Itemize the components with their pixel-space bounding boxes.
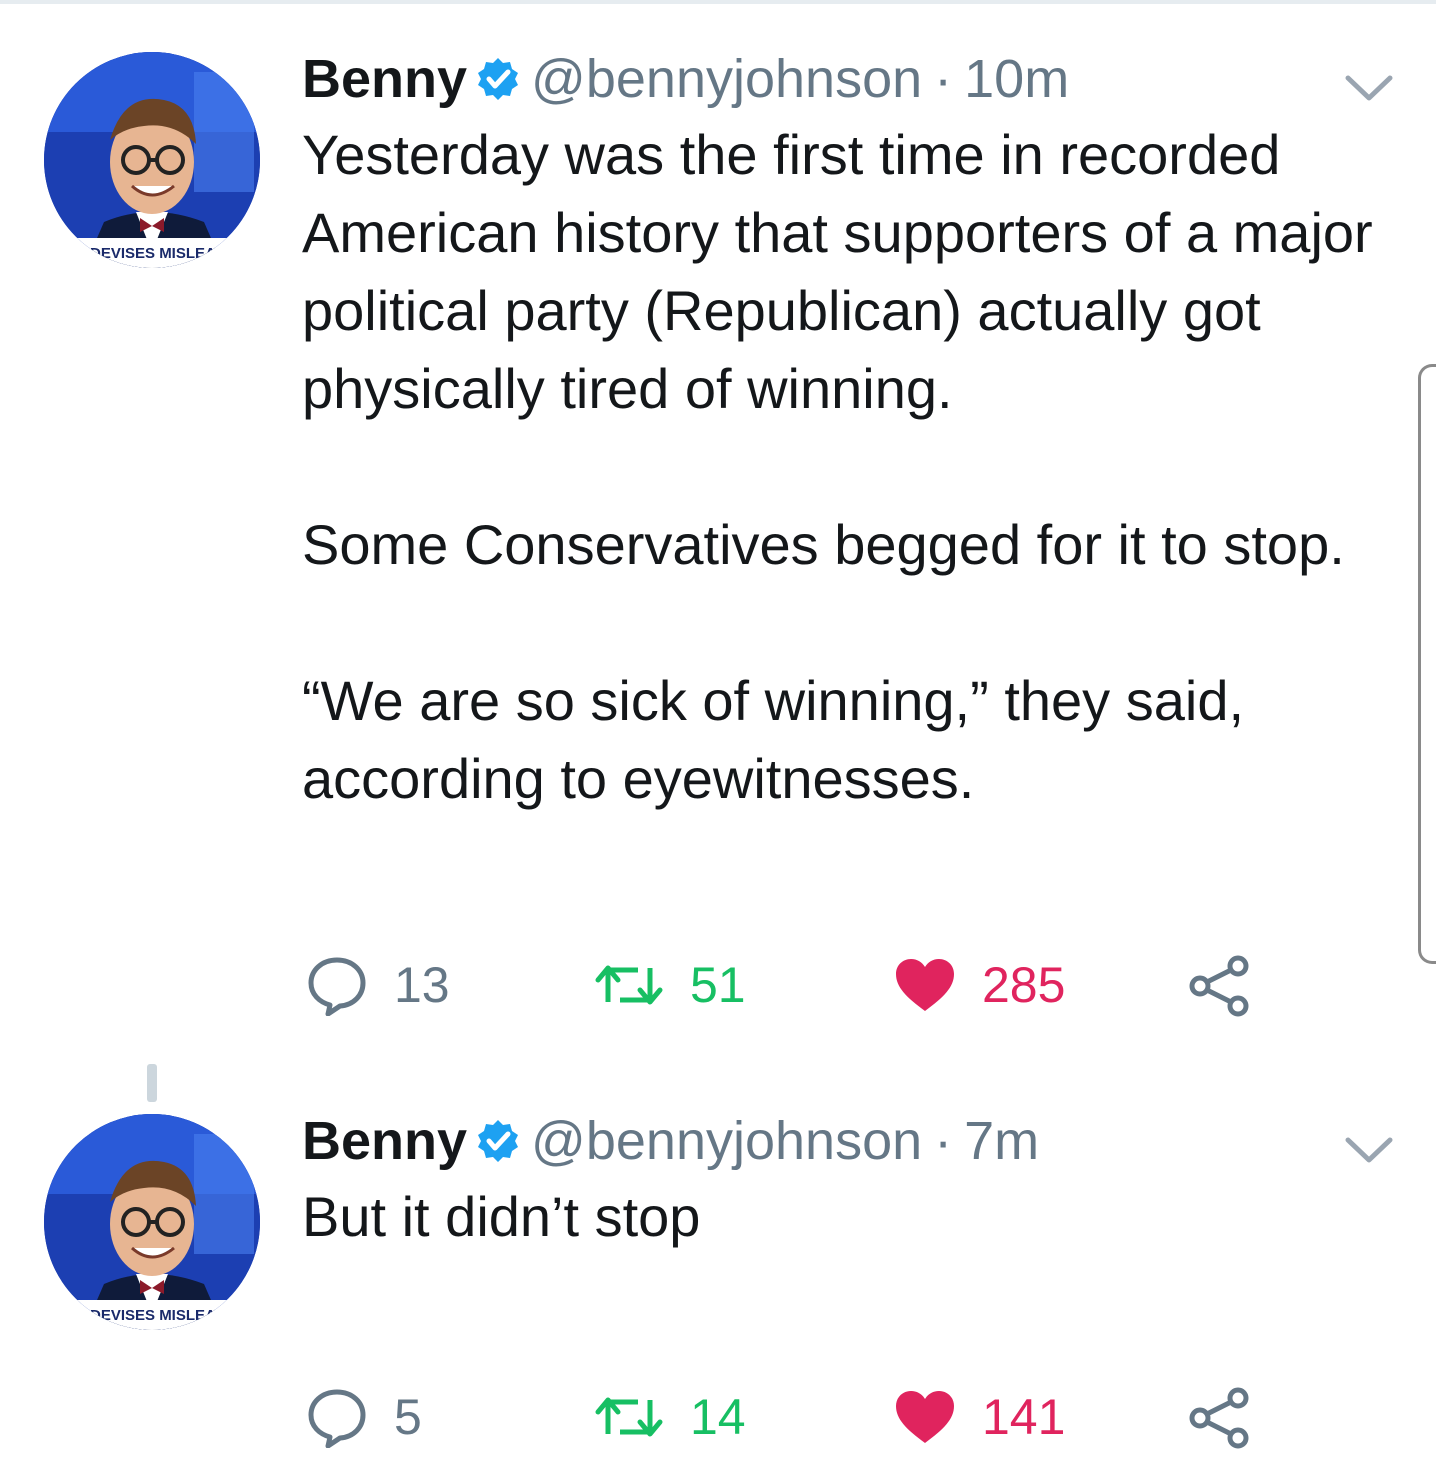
avatar-photo: DEVISES MISLEADING bbox=[44, 52, 260, 268]
author-handle[interactable]: @bennyjohnson bbox=[531, 1106, 922, 1176]
share-nodes-icon[interactable] bbox=[1188, 954, 1252, 1018]
timestamp[interactable]: 10m bbox=[964, 44, 1069, 114]
avatar-caption: DEVISES MISLEADING bbox=[90, 1307, 253, 1324]
retweet-count: 51 bbox=[690, 957, 746, 1013]
chevron-down-icon[interactable] bbox=[1344, 1134, 1394, 1164]
thread-connector bbox=[147, 1064, 157, 1102]
reply-count: 5 bbox=[394, 1389, 422, 1445]
tweet-paragraph: “We are so sick of winning,” they said, … bbox=[302, 669, 1245, 810]
tweet-header: Benny @bennyjohnson · 10m bbox=[302, 44, 1069, 114]
separator-dot: · bbox=[934, 49, 953, 109]
scrollbar[interactable] bbox=[1418, 364, 1436, 964]
author-name[interactable]: Benny bbox=[302, 1106, 467, 1176]
heart-icon bbox=[896, 959, 954, 1011]
author-handle[interactable]: @bennyjohnson bbox=[531, 44, 922, 114]
retweet-arrows-icon bbox=[595, 1397, 663, 1437]
verified-badge-icon bbox=[478, 1120, 519, 1162]
reply-button[interactable]: 5 bbox=[306, 1382, 422, 1452]
tweet-actions: 5 14 141 bbox=[302, 1382, 1302, 1452]
retweet-count: 14 bbox=[690, 1389, 746, 1445]
avatar-photo: DEVISES MISLEADING bbox=[44, 1114, 260, 1330]
tweet-text: Yesterday was the first time in recorded… bbox=[302, 116, 1392, 818]
tweet-paragraph: Yesterday was the first time in recorded… bbox=[302, 123, 1373, 420]
top-divider bbox=[0, 0, 1436, 4]
like-button[interactable]: 141 bbox=[894, 1382, 1065, 1452]
reply-bubble-icon bbox=[308, 957, 366, 1016]
verified-badge-icon bbox=[478, 58, 519, 100]
like-button[interactable]: 285 bbox=[894, 950, 1065, 1020]
tweet-header: Benny @bennyjohnson · 7m bbox=[302, 1106, 1039, 1176]
tweet-paragraph: Some Conservatives begged for it to stop… bbox=[302, 513, 1345, 576]
retweet-arrows-icon bbox=[595, 965, 663, 1005]
retweet-button[interactable]: 51 bbox=[594, 950, 746, 1020]
avatar-caption: DEVISES MISLEADING bbox=[90, 245, 253, 262]
reply-bubble-icon bbox=[308, 1389, 366, 1448]
separator-dot: · bbox=[934, 1111, 953, 1171]
chevron-down-icon[interactable] bbox=[1344, 72, 1394, 102]
tweet-text: But it didn’t stop bbox=[302, 1178, 1392, 1256]
share-nodes-icon[interactable] bbox=[1188, 1386, 1252, 1450]
heart-icon bbox=[896, 1391, 954, 1443]
like-count: 141 bbox=[982, 1389, 1066, 1445]
author-name[interactable]: Benny bbox=[302, 44, 467, 114]
timestamp[interactable]: 7m bbox=[964, 1106, 1039, 1176]
tweet-paragraph: But it didn’t stop bbox=[302, 1185, 701, 1248]
retweet-button[interactable]: 14 bbox=[594, 1382, 746, 1452]
reply-count: 13 bbox=[394, 957, 450, 1013]
avatar[interactable]: DEVISES MISLEADING bbox=[44, 1114, 260, 1330]
reply-button[interactable]: 13 bbox=[306, 950, 450, 1020]
avatar[interactable]: DEVISES MISLEADING bbox=[44, 52, 260, 268]
like-count: 285 bbox=[982, 957, 1066, 1013]
tweet-actions: 13 51 285 bbox=[302, 950, 1302, 1020]
